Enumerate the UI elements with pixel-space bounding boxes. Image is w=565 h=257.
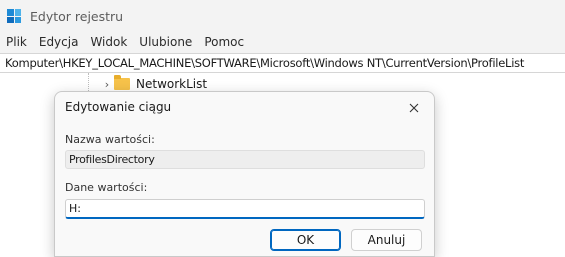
value-name-field: ProfilesDirectory: [65, 150, 425, 169]
menu-pomoc[interactable]: Pomoc: [204, 35, 244, 49]
cancel-button[interactable]: Anuluj: [351, 229, 422, 251]
menu-edycja[interactable]: Edycja: [39, 35, 79, 49]
ok-button[interactable]: OK: [270, 229, 341, 251]
folder-icon: [114, 75, 130, 90]
value-data-input[interactable]: [65, 199, 425, 219]
close-icon: [409, 103, 419, 113]
chevron-right-icon[interactable]: ›: [100, 78, 114, 91]
close-button[interactable]: [402, 97, 426, 119]
address-bar[interactable]: Komputer\HKEY_LOCAL_MACHINE\SOFTWARE\Mic…: [0, 53, 565, 73]
edit-string-dialog: Edytowanie ciągu Nazwa wartości: Profile…: [54, 91, 435, 257]
menu-bar: Plik Edycja Widok Ulubione Pomoc: [0, 33, 565, 51]
menu-ulubione[interactable]: Ulubione: [139, 35, 192, 49]
title-bar: Edytor rejestru: [0, 0, 565, 33]
menu-plik[interactable]: Plik: [6, 35, 27, 49]
window-title: Edytor rejestru: [30, 9, 124, 24]
value-name-label: Nazwa wartości:: [65, 133, 155, 146]
address-path: Komputer\HKEY_LOCAL_MACHINE\SOFTWARE\Mic…: [5, 56, 525, 70]
menu-widok[interactable]: Widok: [90, 35, 127, 49]
registry-editor-icon: [7, 9, 21, 23]
dialog-title: Edytowanie ciągu: [65, 100, 172, 114]
tree-node-label: NetworkList: [136, 77, 208, 91]
value-name-text: ProfilesDirectory: [69, 153, 155, 166]
value-data-label: Dane wartości:: [65, 181, 148, 194]
